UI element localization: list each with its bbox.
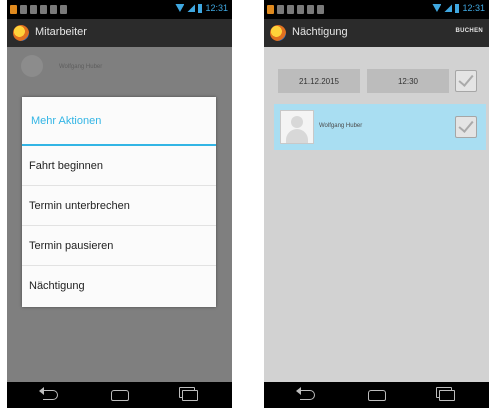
menu-item-fahrt-beginnen[interactable]: Fahrt beginnen xyxy=(22,146,216,186)
background-user-row: Wolfgang Huber xyxy=(7,47,232,87)
avatar-head xyxy=(291,116,303,128)
phone-screen-right: 12:31 Nächtigung BUCHEN 21.12.2015 12:30… xyxy=(264,0,489,408)
checkmark-icon xyxy=(458,117,474,133)
action-bar-title: Mitarbeiter xyxy=(35,26,87,38)
dialog-title: Mehr Aktionen xyxy=(22,97,216,146)
user-name: Wolfgang Huber xyxy=(319,123,363,129)
back-icon xyxy=(295,387,315,400)
status-bar: 12:31 xyxy=(264,0,489,19)
notification-icon xyxy=(40,5,47,14)
home-button[interactable] xyxy=(107,387,133,403)
notification-icon xyxy=(50,5,57,14)
notification-icon xyxy=(297,5,304,14)
content-area: 21.12.2015 12:30 Wolfgang Huber xyxy=(264,47,489,382)
recent-apps-button[interactable] xyxy=(177,387,203,403)
signal-icon xyxy=(444,4,453,12)
action-bar: Mitarbeiter xyxy=(7,19,232,47)
status-bar: 12:31 xyxy=(7,0,232,19)
menu-item-termin-unterbrechen[interactable]: Termin unterbrechen xyxy=(22,186,216,226)
status-time: 12:31 xyxy=(205,3,228,13)
date-time-row: 21.12.2015 12:30 xyxy=(278,69,478,95)
wifi-icon xyxy=(175,4,185,12)
recent-apps-button[interactable] xyxy=(434,387,460,403)
avatar-body xyxy=(286,129,308,143)
time-field[interactable]: 12:30 xyxy=(367,69,449,93)
notification-icon xyxy=(20,5,27,14)
back-icon xyxy=(38,387,58,400)
notification-icon xyxy=(317,5,324,14)
home-icon xyxy=(368,389,386,401)
notification-icon xyxy=(10,5,17,14)
status-time: 12:31 xyxy=(462,3,485,13)
checkmark-icon xyxy=(458,71,474,87)
recent-apps-icon xyxy=(439,389,455,401)
battery-icon xyxy=(455,3,460,13)
notification-icon xyxy=(30,5,37,14)
more-actions-dialog: Mehr Aktionen Fahrt beginnen Termin unte… xyxy=(22,97,216,307)
back-button[interactable] xyxy=(37,387,63,403)
app-logo-icon[interactable] xyxy=(13,25,29,41)
phone-screen-left: 12:31 Mitarbeiter Wolfgang Huber Mehr Ak… xyxy=(7,0,232,408)
notification-icon xyxy=(277,5,284,14)
back-button[interactable] xyxy=(294,387,320,403)
status-indicators: 12:31 xyxy=(175,3,228,13)
battery-icon xyxy=(198,3,203,13)
navigation-bar xyxy=(7,382,232,408)
background-user-name: Wolfgang Huber xyxy=(59,64,103,70)
notification-icon xyxy=(60,5,67,14)
notification-icon xyxy=(287,5,294,14)
user-checkbox[interactable] xyxy=(455,116,477,138)
avatar-placeholder-icon xyxy=(280,110,314,144)
avatar xyxy=(21,55,43,77)
notification-icon xyxy=(267,5,274,14)
wifi-icon xyxy=(432,4,442,12)
app-logo-icon[interactable] xyxy=(270,25,286,41)
action-bar: Nächtigung BUCHEN xyxy=(264,19,489,47)
menu-item-naechtigung[interactable]: Nächtigung xyxy=(22,266,216,306)
buchen-button[interactable]: BUCHEN xyxy=(456,28,483,34)
date-row-checkbox[interactable] xyxy=(455,70,477,92)
action-bar-title: Nächtigung xyxy=(292,26,348,38)
menu-item-termin-pausieren[interactable]: Termin pausieren xyxy=(22,226,216,266)
recent-apps-icon xyxy=(182,389,198,401)
date-field[interactable]: 21.12.2015 xyxy=(278,69,360,93)
notification-icons xyxy=(10,4,67,15)
notification-icon xyxy=(307,5,314,14)
navigation-bar xyxy=(264,382,489,408)
home-button[interactable] xyxy=(364,387,390,403)
status-indicators: 12:31 xyxy=(432,3,485,13)
home-icon xyxy=(111,389,129,401)
notification-icons xyxy=(267,4,324,15)
user-list-item[interactable]: Wolfgang Huber xyxy=(274,104,486,150)
signal-icon xyxy=(187,4,196,12)
